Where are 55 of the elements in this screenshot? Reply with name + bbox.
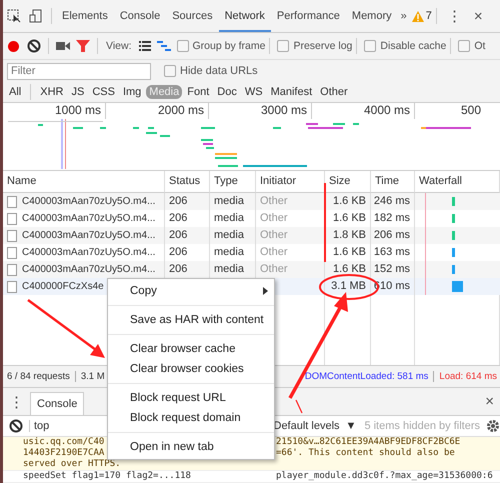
table-cell-text: 1.6 KB bbox=[332, 194, 366, 209]
checkbox-label: Group by frame bbox=[192, 40, 266, 52]
dom-content-loaded: DOMContentLoaded: 581 ms bbox=[304, 371, 428, 382]
timeline-tick: 3000 ms bbox=[209, 103, 312, 119]
file-name: C400000FCzXs4e bbox=[22, 280, 104, 294]
table-cell-text: 182 ms bbox=[374, 211, 410, 226]
table-cell-text: 206 bbox=[169, 194, 188, 209]
menu-item-label: Copy bbox=[130, 285, 157, 297]
console-message-text: usic.qq.com/C40 bbox=[23, 437, 104, 448]
console-message-text: 21510&v…82C61EE39A4ABF9EDF8CF2BC6E bbox=[276, 437, 460, 448]
console-message-text: speedSet flag1=170 flag2=...118 bbox=[23, 471, 191, 482]
table-cell-text: Other bbox=[260, 194, 288, 209]
table-cell-text: Other bbox=[260, 228, 288, 243]
checkbox-label: Disable cache bbox=[380, 40, 446, 52]
table-cell-text: 1.6 KB bbox=[332, 211, 366, 226]
table-cell-text: 206 bbox=[169, 228, 188, 243]
console-message-text: 14403F2190E7CAA bbox=[23, 448, 104, 459]
file-name: C400003mAan70zUy5O.m4... bbox=[22, 246, 156, 260]
table-cell-text: Other bbox=[260, 262, 288, 277]
timeline-tick: 500 bbox=[460, 103, 482, 119]
table-cell-text: 163 ms bbox=[374, 245, 410, 260]
checkbox-label: Ot bbox=[474, 40, 486, 52]
table-cell-text: 206 bbox=[169, 211, 188, 226]
table-cell-text: media bbox=[214, 228, 244, 243]
file-name: C400003mAan70zUy5O.m4... bbox=[22, 229, 156, 243]
console-message-text: =66'. This content should also be bbox=[276, 448, 455, 459]
checkbox-label: Preserve log bbox=[293, 40, 352, 52]
table-cell-text: media bbox=[214, 262, 244, 277]
timeline-tick: 4000 ms bbox=[312, 103, 415, 119]
table-cell-text: media bbox=[214, 194, 244, 209]
timeline-tick: 2000 ms bbox=[106, 103, 209, 119]
table-cell-text: 206 bbox=[169, 262, 188, 277]
file-name: C400003mAan70zUy5O.m4... bbox=[22, 212, 156, 226]
request-count: 6 / 84 requests bbox=[7, 371, 70, 382]
table-cell-text: 3.1 MB bbox=[331, 279, 366, 294]
console-message-text: served over HTTPS. bbox=[23, 459, 121, 470]
table-cell-text: 152 ms bbox=[374, 262, 410, 277]
hidden-count: 5 items hidden by filters bbox=[364, 420, 480, 432]
view-label: View: bbox=[106, 40, 132, 52]
load-time: Load: 614 ms bbox=[439, 371, 497, 382]
checkbox-label: Hide data URLs bbox=[180, 65, 258, 77]
file-name: C400003mAan70zUy5O.m4... bbox=[22, 195, 156, 209]
table-cell-text: media bbox=[214, 245, 244, 260]
table-cell-text: 1.6 KB bbox=[332, 245, 366, 260]
table-cell-text: 206 bbox=[169, 245, 188, 260]
table-cell-text: 246 ms bbox=[374, 194, 410, 209]
console-message-text: player_module.dd3c0f.?max_age=31536000:6 bbox=[276, 471, 493, 482]
table-cell-text: media bbox=[214, 211, 244, 226]
table-cell-text: 1.8 KB bbox=[332, 228, 366, 243]
table-cell-text: 1.6 KB bbox=[332, 262, 366, 277]
table-cell-text: Other bbox=[260, 211, 288, 226]
file-name: C400003mAan70zUy5O.m4... bbox=[22, 263, 156, 277]
table-cell-text: 206 ms bbox=[374, 228, 410, 243]
transferred-size: 3.1 M bbox=[80, 371, 105, 382]
table-cell-text: Other bbox=[260, 245, 288, 260]
